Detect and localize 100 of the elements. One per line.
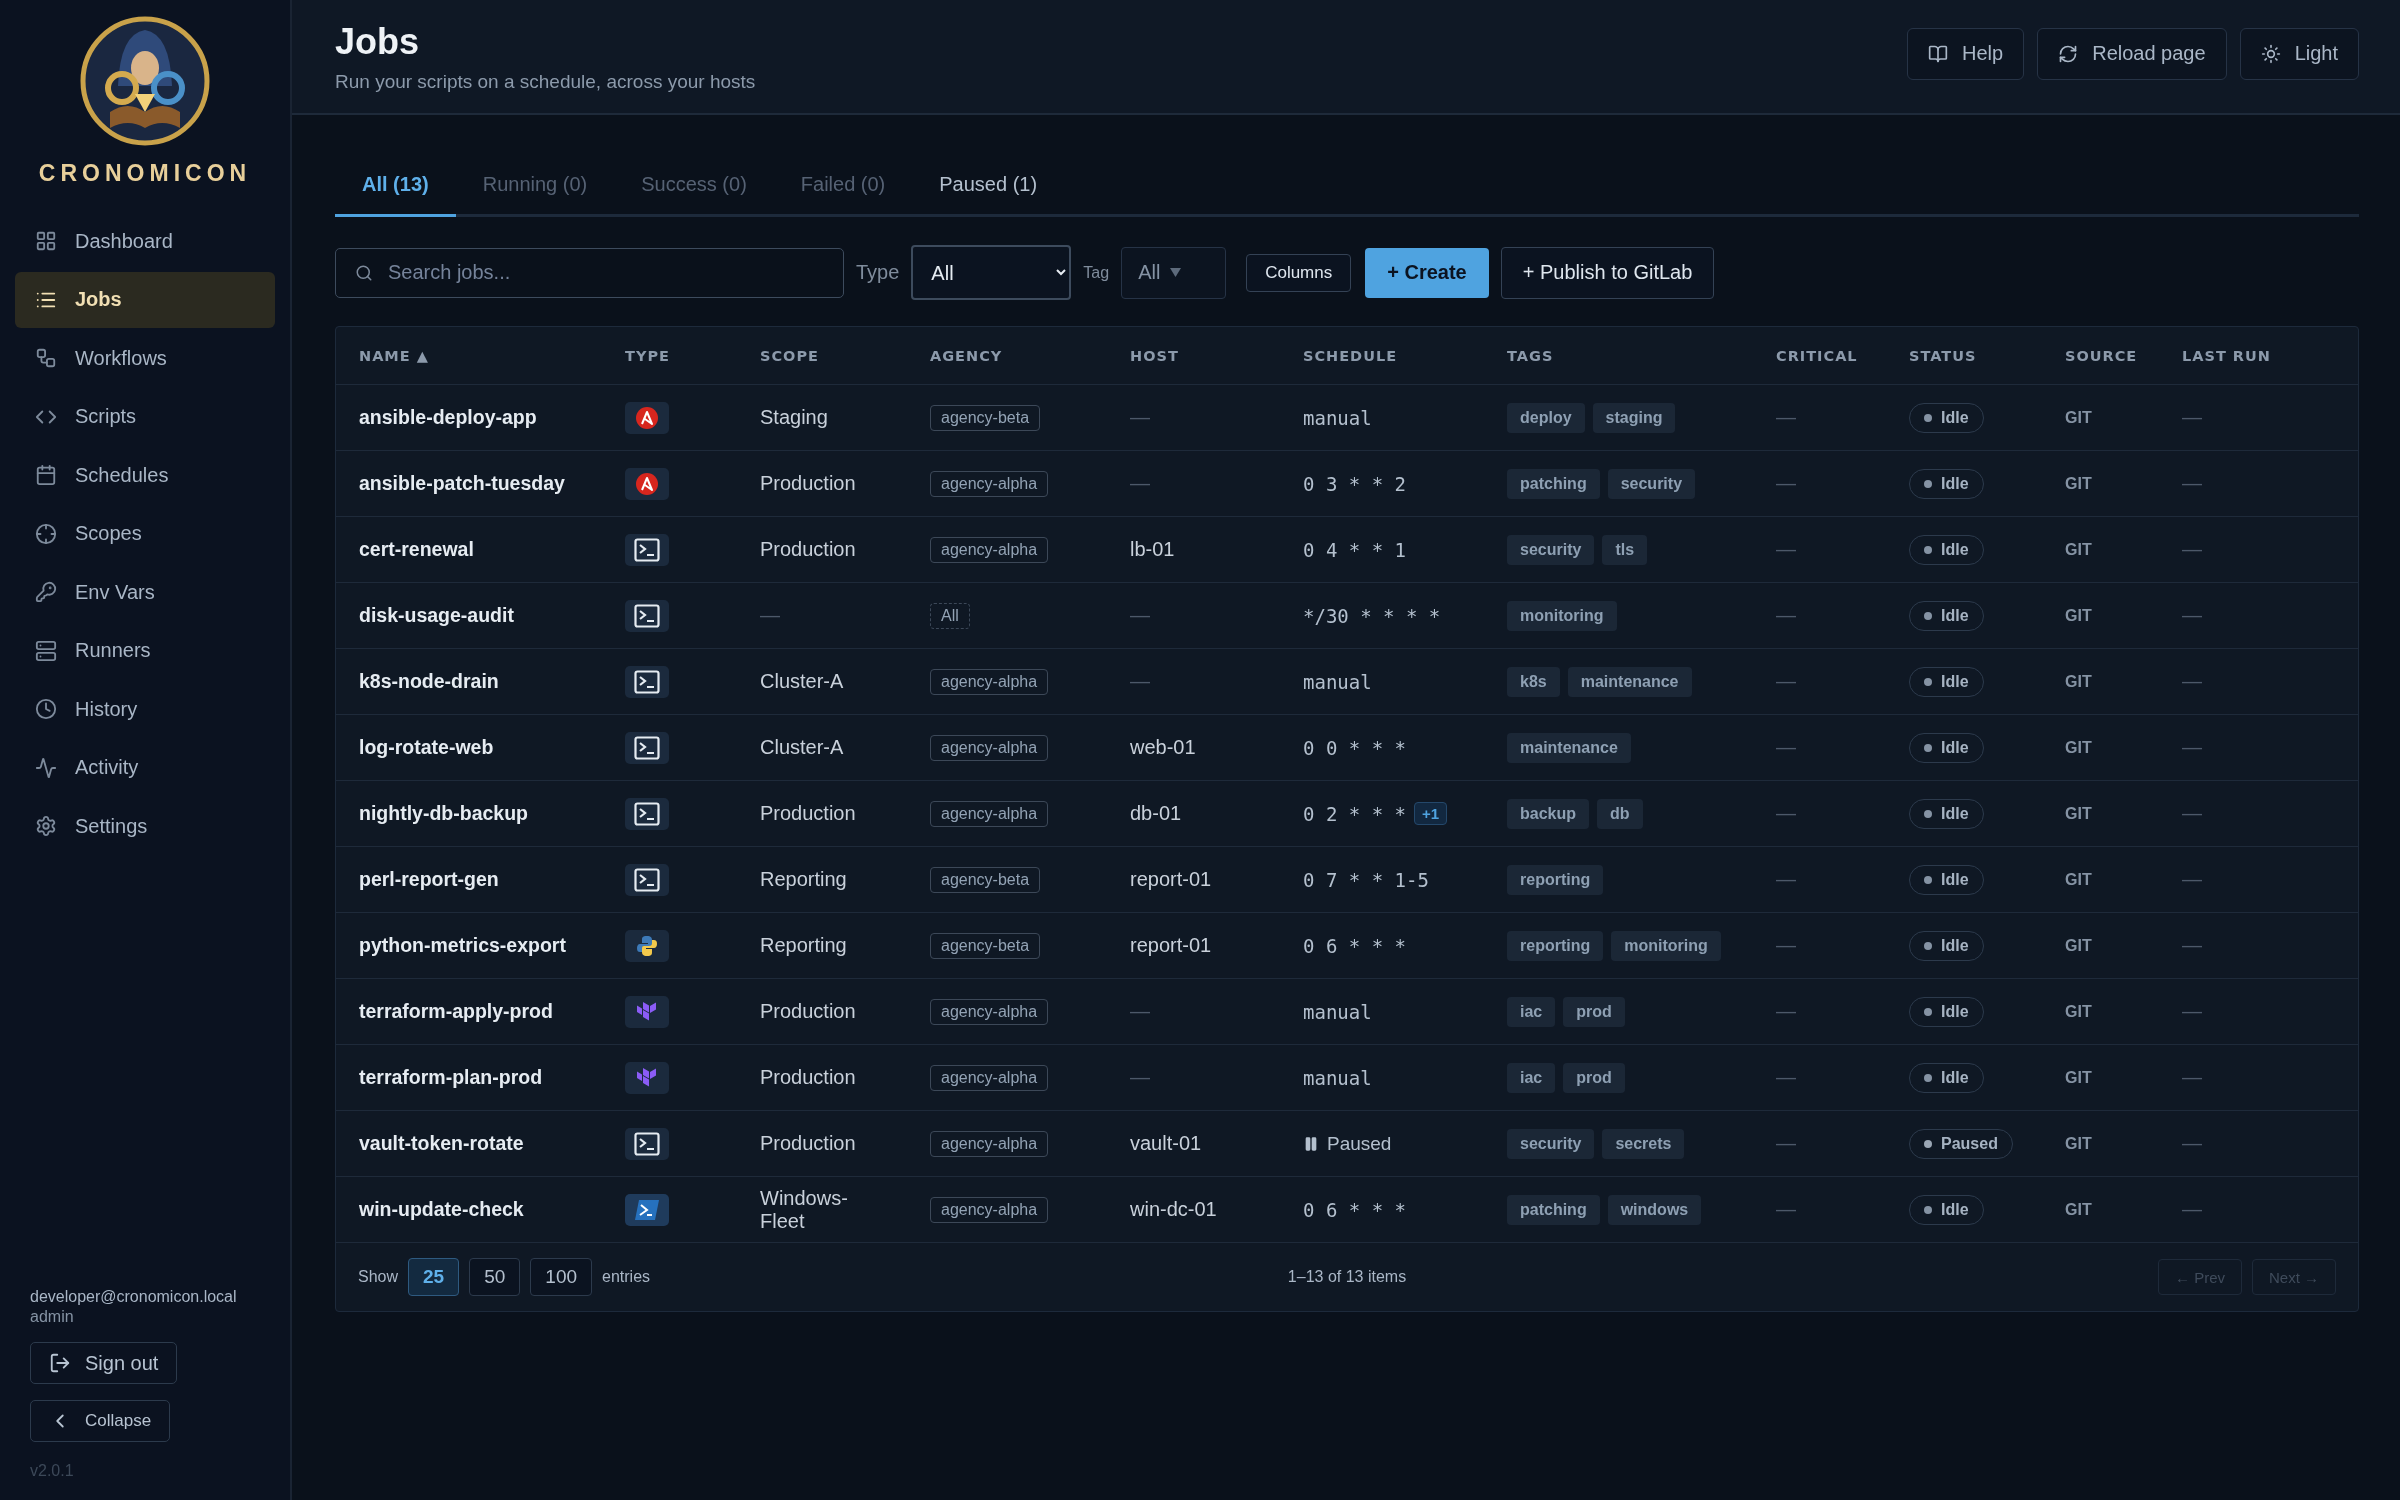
nav-item[interactable]: Dashboard [15, 213, 275, 270]
tag-label: Tag [1083, 263, 1110, 282]
key-icon [35, 581, 57, 604]
job-name[interactable]: vault-token-rotate [359, 1132, 625, 1155]
help-button[interactable]: Help [1907, 27, 2025, 80]
host-cell-text: web-01 [1130, 736, 1197, 759]
scope-cell-text: Reporting [760, 868, 848, 891]
logout-icon [49, 1352, 71, 1374]
page-subtitle: Run your scripts on a schedule, across your hosts [335, 70, 756, 93]
schedule-cell: manual [1303, 406, 1372, 429]
nav-item[interactable]: Runners [15, 622, 275, 679]
agency-tag: agency-alpha [930, 734, 1049, 761]
critical-cell-text: — [1776, 934, 1797, 957]
last-run-cell-text: — [2182, 934, 2203, 957]
job-name[interactable]: ansible-deploy-app [359, 406, 625, 429]
agency-tag: agency-alpha [930, 1196, 1049, 1223]
source-cell-text: GIT [2065, 408, 2093, 427]
job-name[interactable]: disk-usage-audit [359, 604, 625, 627]
column-header[interactable]: LAST RUN [2182, 347, 2358, 364]
last-run-cell-text: — [2182, 406, 2203, 429]
schedule-cell: manual [1303, 670, 1372, 693]
collapse-button[interactable]: Collapse [30, 1400, 171, 1442]
nav-item[interactable]: Settings [15, 798, 275, 855]
page-size-option[interactable]: 100 [530, 1258, 592, 1296]
job-name[interactable]: ansible-patch-tuesday [359, 472, 625, 495]
tag-chip: reporting [1507, 930, 1604, 961]
schedule-cell: manual [1303, 1000, 1372, 1023]
column-header[interactable]: CRITICAL [1776, 347, 1909, 364]
last-run-cell-text: — [2182, 1132, 2203, 1155]
brand-name: CRONOMICON [38, 160, 252, 187]
page-size-option[interactable]: 25 [408, 1258, 460, 1296]
sign-out-button[interactable]: Sign out [30, 1342, 178, 1384]
nav-item[interactable]: Scripts [15, 388, 275, 445]
agency-tag: agency-beta [930, 866, 1041, 893]
schedule-cell: 0 7 * * 1-5 [1303, 868, 1429, 891]
nav-item[interactable]: Jobs [15, 271, 275, 328]
type-select[interactable]: All [911, 245, 1072, 300]
column-header[interactable]: TAGS [1507, 347, 1776, 364]
host-cell-text: report-01 [1130, 868, 1213, 891]
schedule-cell: manual [1303, 1066, 1372, 1089]
column-header[interactable]: SCHEDULE [1303, 347, 1507, 364]
tag-dropdown[interactable]: All [1121, 246, 1227, 299]
source-cell-text: GIT [2065, 1002, 2093, 1021]
job-name[interactable]: perl-report-gen [359, 868, 625, 891]
nav-item[interactable]: Env Vars [15, 564, 275, 621]
nav-item[interactable]: History [15, 681, 275, 738]
theme-button[interactable]: Light [2239, 27, 2359, 80]
last-run-cell-text: — [2182, 802, 2203, 825]
nav-item[interactable]: Activity [15, 739, 275, 796]
terminal-icon [625, 533, 669, 566]
agency-tag: All [930, 602, 970, 629]
nav-item[interactable]: Scopes [15, 505, 275, 562]
page-size-option[interactable]: 50 [469, 1258, 521, 1296]
calendar-icon [35, 464, 57, 487]
job-name[interactable]: terraform-apply-prod [359, 1000, 625, 1023]
nav-item[interactable]: Schedules [15, 447, 275, 504]
terminal-icon [625, 1193, 669, 1226]
tag-chip: patching [1507, 468, 1600, 499]
tag-chip: security [1507, 534, 1595, 565]
logo-icon [625, 929, 669, 962]
job-name[interactable]: cert-renewal [359, 538, 625, 561]
logo-icon [625, 401, 669, 434]
column-header[interactable]: STATUS [1909, 347, 2065, 364]
source-cell-text: GIT [2065, 474, 2093, 493]
source-cell-text: GIT [2065, 804, 2093, 823]
columns-button[interactable]: Columns [1246, 253, 1352, 292]
column-header[interactable]: HOST [1130, 347, 1303, 364]
column-header[interactable]: SOURCE [2065, 347, 2182, 364]
scope-cell-text: Reporting [760, 934, 848, 957]
search-field[interactable]: Search jobs... [335, 247, 844, 298]
host-cell-text: vault-01 [1130, 1132, 1203, 1155]
column-header[interactable]: AGENCY [930, 347, 1130, 364]
tag-chip: db [1597, 798, 1643, 829]
column-header[interactable]: TYPE [625, 347, 760, 364]
create-button[interactable]: + Create [1365, 247, 1489, 298]
scope-cell-text: Production [760, 1066, 857, 1089]
tag-chip: maintenance [1567, 666, 1692, 697]
scope-cell-text: Staging [760, 406, 829, 429]
job-name[interactable]: log-rotate-web [359, 736, 625, 759]
job-name[interactable]: python-metrics-export [359, 934, 625, 957]
job-name[interactable]: nightly-db-backup [359, 802, 625, 825]
agency-tag: agency-alpha [930, 998, 1049, 1025]
reload-button[interactable]: Reload page [2037, 27, 2227, 80]
agency-tag: agency-alpha [930, 800, 1049, 827]
agency-tag: agency-beta [930, 932, 1041, 959]
terminal-icon [625, 665, 669, 698]
job-name[interactable]: terraform-plan-prod [359, 1066, 625, 1089]
filter-tab[interactable]: Paused (1) [912, 155, 1065, 217]
schedule-cell: 0 6 * * * [1303, 934, 1406, 957]
column-header[interactable]: NAME ▲ [359, 347, 625, 364]
critical-cell-text: — [1776, 1066, 1797, 1089]
column-header[interactable]: SCOPE [760, 347, 930, 364]
nav-item[interactable]: Workflows [15, 330, 275, 387]
job-name[interactable]: win-update-check [359, 1198, 625, 1221]
job-name[interactable]: k8s-node-drain [359, 670, 625, 693]
publish-button[interactable]: + Publish to GitLab [1500, 246, 1715, 299]
target-icon [35, 522, 57, 545]
filter-tab[interactable]: All (13) [335, 155, 456, 217]
scope-cell-text: — [760, 604, 781, 627]
scope-cell-text: Cluster-A [760, 736, 845, 759]
